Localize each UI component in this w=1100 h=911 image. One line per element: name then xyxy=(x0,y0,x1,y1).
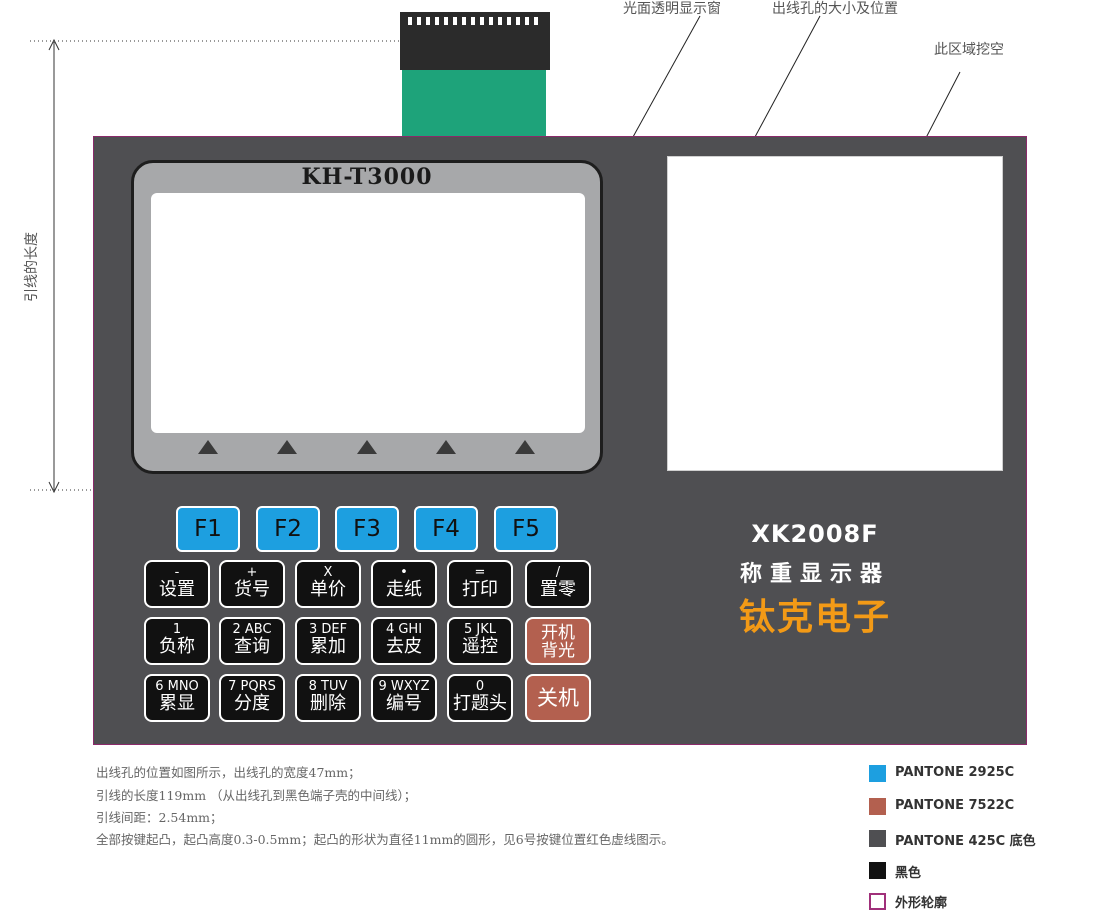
key-bottom-label: 编号 xyxy=(386,693,422,714)
power-on-backlight-key[interactable]: 开机 背光 xyxy=(525,617,591,665)
hole-annotation: 出线孔的大小及位置 xyxy=(772,1,898,17)
key-bottom-label: 累显 xyxy=(159,693,195,714)
key-item-number[interactable]: + 货号 xyxy=(219,560,285,608)
key-top-label: • xyxy=(400,565,408,580)
device-name: 称重显示器 xyxy=(739,562,890,587)
window-annotation: 光面透明显示窗 xyxy=(623,1,721,17)
key-top-label: + xyxy=(246,565,258,580)
legend-label: 外形轮廓 xyxy=(895,896,948,911)
company-name: 钛克电子 xyxy=(738,597,891,638)
key-7-division[interactable]: 7 PQRS 分度 xyxy=(219,674,285,722)
indicator-triangle-icon xyxy=(515,440,535,454)
key-top-label: 4 GHI xyxy=(385,622,423,637)
key-bottom-label: 置零 xyxy=(540,579,576,600)
indicator-triangle-icon xyxy=(436,440,456,454)
key-5-remote[interactable]: 5 JKL 遥控 xyxy=(447,617,513,665)
key-top-label: 3 DEF xyxy=(308,622,348,637)
key-bottom-label: 分度 xyxy=(234,693,270,714)
key-bottom-label: 负称 xyxy=(159,636,195,657)
key-top-label: - xyxy=(174,565,180,580)
legend-swatch-black xyxy=(869,862,886,879)
key-bottom-label: 删除 xyxy=(310,693,346,714)
key-bottom-label: 设置 xyxy=(159,579,195,600)
key-top-label: 6 MNO xyxy=(155,679,199,694)
key-bottom-label: 打题头 xyxy=(453,693,507,714)
key-1-negative-weigh[interactable]: 1 负称 xyxy=(144,617,210,665)
key-bottom-label: 货号 xyxy=(234,579,270,600)
indicator-triangle-icon xyxy=(277,440,297,454)
key-top-label: 0 xyxy=(475,679,485,694)
key-label: 关机 xyxy=(537,686,579,710)
f3-key[interactable]: F3 xyxy=(335,506,399,552)
key-4-tare[interactable]: 4 GHI 去皮 xyxy=(371,617,437,665)
key-bottom-label: 打印 xyxy=(462,579,498,600)
legend-label: PANTONE 425C 底色 xyxy=(895,834,1036,849)
legend-swatch-red xyxy=(869,798,886,815)
key-6-accum-display[interactable]: 6 MNO 累显 xyxy=(144,674,210,722)
note-line: 引线的长度119mm （从出线孔到黑色端子壳的中间线）； xyxy=(96,788,417,803)
power-off-key[interactable]: 关机 xyxy=(525,674,591,722)
key-bottom-label: 查询 xyxy=(234,636,270,657)
note-line: 全部按键起凸，起凸高度0.3-0.5mm；起凸的形状为直径11mm的圆形，见6号… xyxy=(96,832,674,847)
key-bottom-label: 单价 xyxy=(310,579,346,600)
key-bottom-label: 去皮 xyxy=(386,636,422,657)
key-unit-price[interactable]: X 单价 xyxy=(295,560,361,608)
legend-swatch-gray xyxy=(869,830,886,847)
key-top-label: 5 JKL xyxy=(463,622,496,637)
key-top-label: = xyxy=(474,565,486,580)
key-bottom-label: 走纸 xyxy=(386,579,422,600)
lcd-display-window xyxy=(151,193,585,433)
legend-swatch-blue xyxy=(869,765,886,782)
key-print[interactable]: = 打印 xyxy=(447,560,513,608)
cutout-annotation: 此区域挖空 xyxy=(934,42,1004,58)
f2-key[interactable]: F2 xyxy=(256,506,320,552)
indicator-triangle-icon xyxy=(357,440,377,454)
note-line: 出线孔的位置如图所示，出线孔的宽度47mm； xyxy=(96,765,361,780)
note-line: 引线间距：2.54mm； xyxy=(96,810,223,825)
key-top-label: 8 TUV xyxy=(308,679,348,694)
key-paper-feed[interactable]: • 走纸 xyxy=(371,560,437,608)
key-setup[interactable]: - 设置 xyxy=(144,560,210,608)
key-2-query[interactable]: 2 ABC 查询 xyxy=(219,617,285,665)
f4-key[interactable]: F4 xyxy=(414,506,478,552)
model-number: XK2008F xyxy=(751,520,879,548)
lead-length-annotation: 引线的长度 xyxy=(24,232,40,302)
key-0-print-header[interactable]: 0 打题头 xyxy=(447,674,513,722)
key-8-delete[interactable]: 8 TUV 删除 xyxy=(295,674,361,722)
legend-label: PANTONE 2925C xyxy=(895,765,1015,780)
key-top-label: 7 PQRS xyxy=(228,679,276,694)
key-bottom-label: 遥控 xyxy=(462,636,498,657)
f1-key[interactable]: F1 xyxy=(176,506,240,552)
key-top-label: X xyxy=(323,565,333,580)
connector-pins xyxy=(408,17,542,25)
key-top-label: 9 WXYZ xyxy=(378,679,430,694)
key-bottom-label: 累加 xyxy=(310,636,346,657)
flex-cable xyxy=(402,68,546,140)
key-9-number[interactable]: 9 WXYZ 编号 xyxy=(371,674,437,722)
legend-swatch-outline xyxy=(869,893,886,910)
indicator-triangle-icon xyxy=(198,440,218,454)
f5-key[interactable]: F5 xyxy=(494,506,558,552)
legend-label: PANTONE 7522C xyxy=(895,798,1015,813)
cutout-area xyxy=(667,156,1003,471)
key-3-accumulate[interactable]: 3 DEF 累加 xyxy=(295,617,361,665)
key-label-line1: 开机 xyxy=(541,623,575,643)
key-label-line2: 背光 xyxy=(541,641,575,661)
key-zero[interactable]: / 置零 xyxy=(525,560,591,608)
legend-label: 黑色 xyxy=(895,866,922,881)
key-top-label: / xyxy=(555,565,561,580)
key-top-label: 2 ABC xyxy=(232,622,272,637)
lcd-model-title: KH-T3000 xyxy=(301,164,433,190)
key-top-label: 1 xyxy=(172,622,182,637)
